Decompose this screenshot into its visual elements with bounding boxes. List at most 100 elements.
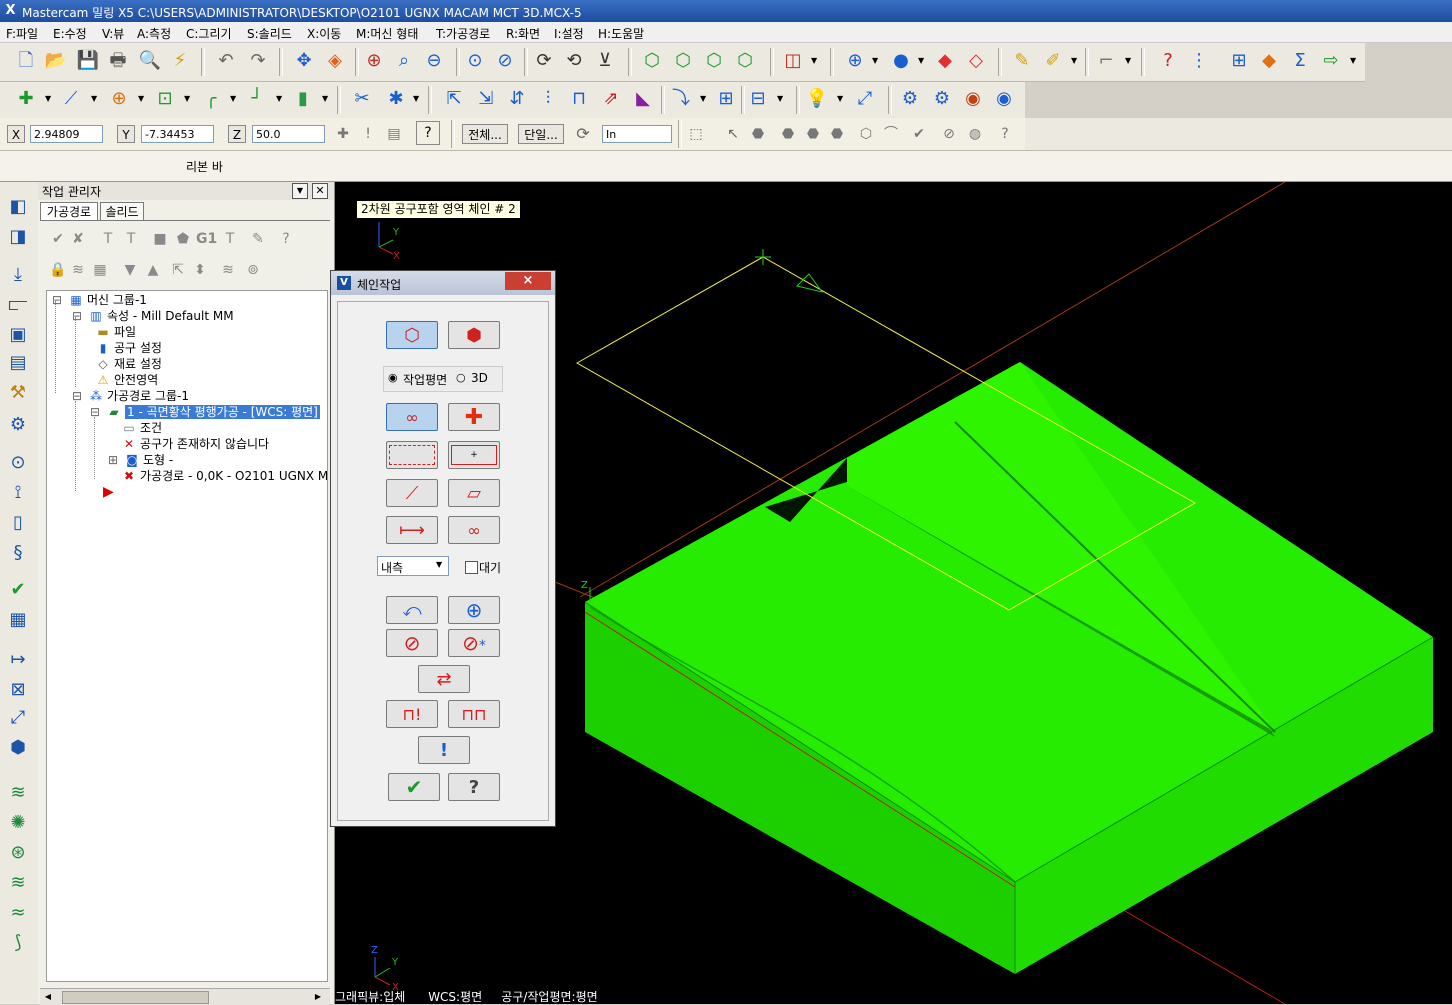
chevron-down-icon[interactable]: ▼ [1071, 48, 1079, 74]
pencil-icon[interactable]: ✎ [1009, 48, 1035, 74]
dynamic-rotate-icon[interactable]: ⟳ [531, 48, 557, 74]
xform-stretch-icon[interactable]: ⇗ [598, 86, 624, 112]
toggle-post-icon[interactable]: ▦ [90, 260, 110, 280]
chevron-down-icon[interactable]: ▼ [184, 86, 192, 112]
back-face-icon[interactable]: ⬡ [853, 121, 879, 147]
options-icon[interactable]: ◍ [962, 121, 988, 147]
thread-mill-icon[interactable]: ⟟ [5, 480, 31, 506]
tree-item-properties[interactable]: ⊟ ▥ 속성 - Mill Default MM [69, 308, 234, 324]
wizard-icon[interactable]: ⚡ [167, 48, 193, 74]
facing-icon[interactable]: ▤ [5, 350, 31, 376]
y-coordinate-input[interactable]: -7.34453 [141, 125, 214, 143]
regen-all-icon[interactable]: T [98, 229, 118, 249]
surface-rough-flowline-icon[interactable]: ≋ [5, 870, 31, 896]
tree-item-toolpath-group[interactable]: ⊟ ⁂ 가공경로 그룹-1 [69, 388, 189, 404]
solid-select-icon[interactable]: ⬣ [745, 121, 771, 147]
surface-rough-project-icon[interactable]: ⊛ [5, 840, 31, 866]
clear-select-icon[interactable]: ⊘ [936, 121, 962, 147]
xform-offset-icon[interactable]: ⫶ [535, 86, 561, 112]
options-button[interactable]: ⊓⊓ [448, 700, 500, 728]
xform-mirror-icon[interactable]: ⇲ [473, 86, 499, 112]
line-icon[interactable]: ⟋ [58, 86, 84, 112]
chevron-down-icon[interactable]: ▼ [91, 86, 99, 112]
face-select-icon[interactable]: ⬣ [775, 121, 801, 147]
save-icon[interactable]: 💾 [75, 48, 101, 74]
orient-icon[interactable]: ⊻ [592, 48, 618, 74]
single-button[interactable]: ⟋ [386, 479, 438, 507]
unzoom-previous-icon[interactable]: ⊙ [462, 48, 488, 74]
z-label[interactable]: Z [228, 125, 246, 143]
contour-icon[interactable]: ⫍ [5, 292, 31, 318]
close-button[interactable]: × [505, 272, 551, 290]
radio-3d-label[interactable]: 3D [471, 371, 488, 385]
toolpath-manager-icon[interactable]: ⋮ [1186, 48, 1212, 74]
wireframe-icon[interactable]: ⊕ [842, 48, 868, 74]
circle-icon[interactable]: ⊕ [106, 86, 132, 112]
fast-point-icon[interactable]: ✚ [330, 121, 356, 147]
chevron-down-icon[interactable]: ▼ [811, 48, 819, 74]
verify-select-icon-2[interactable]: ✔ [906, 121, 932, 147]
info-button[interactable]: ! [418, 736, 470, 764]
surface-finish-icon[interactable]: ◨ [5, 224, 31, 250]
menu-settings[interactable]: I:설정 [554, 25, 584, 42]
select-all-button[interactable]: 전체... [462, 124, 508, 144]
helix-bore-icon[interactable]: ⊙ [5, 450, 31, 476]
scroll-insert-icon[interactable]: ⬍ [190, 260, 210, 280]
tree-item-files[interactable]: ▬ 파일 [95, 324, 136, 340]
surface-rough-pocket-icon[interactable]: ⟆ [5, 930, 31, 956]
post-output-icon[interactable]: ⇨ [1318, 48, 1344, 74]
window-select-icon[interactable]: ⊟ [745, 86, 771, 112]
tree-item-parameters[interactable]: ▭ 조건 [121, 420, 162, 436]
wait-checkbox[interactable] [465, 561, 478, 574]
highlight-icon[interactable]: ✐ [1040, 48, 1066, 74]
unzoom-80-icon[interactable]: ⊘ [492, 48, 518, 74]
array-icon[interactable]: ⊞ [713, 86, 739, 112]
chevron-down-icon[interactable]: ▼ [138, 86, 146, 112]
highfeed-icon[interactable]: T [220, 229, 240, 249]
point-button[interactable]: ✚ [448, 403, 500, 431]
top-view-icon[interactable]: ⬡ [639, 48, 665, 74]
regen-icon[interactable]: ▦ [5, 607, 31, 633]
partial-button[interactable]: ∞ [448, 516, 500, 544]
area-button[interactable]: + [448, 441, 500, 469]
chevron-down-icon[interactable]: ▼ [322, 86, 330, 112]
batch-icon[interactable]: ⬢ [5, 735, 31, 761]
fillet-icon[interactable]: ╭ [198, 86, 224, 112]
menu-analyze[interactable]: A:측정 [137, 25, 171, 42]
wireframe-mode-button[interactable]: ⬡ [386, 321, 438, 349]
menu-view[interactable]: V:뷰 [102, 25, 124, 42]
tree-item-tool-settings[interactable]: ▮ 공구 설정 [95, 340, 162, 356]
chevron-down-icon[interactable]: ▼ [918, 48, 926, 74]
x-label[interactable]: X [7, 125, 25, 143]
iso-view-icon[interactable]: ⬡ [732, 48, 758, 74]
loop-select-icon[interactable]: ⌒ [878, 121, 904, 147]
tree-item-toolpath[interactable]: ✖ 가공경로 - 0,0K - O2101 UGNX M [121, 468, 327, 484]
y-label[interactable]: Y [117, 125, 135, 143]
pocket-icon[interactable]: ▣ [5, 322, 31, 348]
insert-arrow-icon[interactable]: ▶ [103, 484, 114, 500]
scrollbar-thumb[interactable] [62, 991, 209, 1004]
trim-icon[interactable]: ✂ [349, 86, 375, 112]
chevron-down-icon[interactable]: ▼ [700, 86, 708, 112]
tree-item-tool-missing[interactable]: ✕ 공구가 존재하지 않습니다 [121, 436, 269, 452]
chamfer-icon[interactable]: ┘ [244, 86, 270, 112]
xform-rotate-icon[interactable]: ⇵ [504, 86, 530, 112]
close-icon[interactable]: ✕ [312, 183, 328, 199]
single-display-icon[interactable]: ⊚ [243, 260, 263, 280]
chevron-down-icon[interactable]: ▼ [292, 183, 308, 199]
backplot-icon[interactable]: ■ [150, 229, 170, 249]
radio-plane-label[interactable]: 작업평면 [403, 371, 447, 388]
tree-item-geometry[interactable]: ⊞ ◙ 도형 - [105, 452, 173, 468]
menu-toolpaths[interactable]: T:가공경로 [436, 25, 490, 42]
reverse-button[interactable]: ⇄ [418, 665, 470, 693]
unselect-all-button[interactable]: ⊘* [448, 629, 500, 657]
post-g1-icon[interactable]: G1 [196, 229, 217, 249]
circle-mill-icon[interactable]: ⚙ [5, 412, 31, 438]
transform-op-icon[interactable]: ↦ [5, 647, 31, 673]
help-question-icon[interactable]: ? [1155, 48, 1181, 74]
unselect-button[interactable]: ⊘ [386, 629, 438, 657]
chain-button[interactable]: ∞ [386, 403, 438, 431]
chevron-down-icon[interactable]: ▼ [45, 86, 53, 112]
pan-icon[interactable]: ✥ [291, 48, 317, 74]
trim-op-icon[interactable]: ⊠ [5, 677, 31, 703]
